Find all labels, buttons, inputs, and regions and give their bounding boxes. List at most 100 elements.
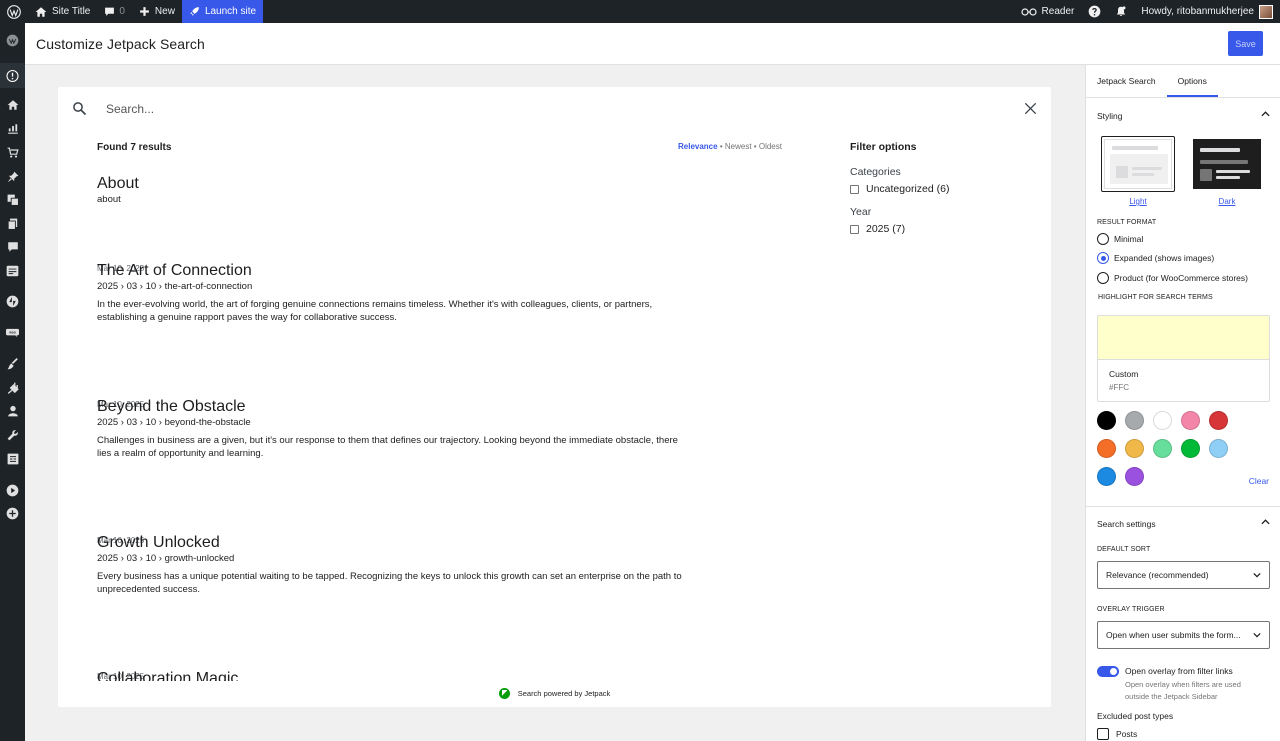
- filter-checkbox[interactable]: [850, 224, 859, 234]
- color-palette: [1097, 411, 1257, 495]
- rocket-icon: [190, 7, 199, 16]
- styling-panel-toggle[interactable]: Styling: [1086, 98, 1280, 134]
- notifications-bell-icon[interactable]: [1108, 0, 1134, 23]
- menu-woocommerce-icon[interactable]: woo: [6, 326, 19, 339]
- color-swatch-green[interactable]: [1181, 439, 1200, 458]
- tab-options[interactable]: Options: [1167, 65, 1218, 97]
- new-label: New: [154, 6, 175, 17]
- toggle-label: Open overlay from filter links: [1125, 666, 1233, 676]
- tab-jetpack-search[interactable]: Jetpack Search: [1086, 65, 1167, 97]
- search-settings-panel-toggle[interactable]: Search settings: [1086, 506, 1280, 542]
- theme-option-dark[interactable]: Dark: [1190, 136, 1264, 206]
- menu-comments-icon[interactable]: [6, 240, 19, 253]
- overlay-trigger-select[interactable]: Open when user submits the form...: [1097, 621, 1270, 649]
- sort-newest[interactable]: Newest: [725, 142, 752, 151]
- sort-oldest[interactable]: Oldest: [759, 142, 782, 151]
- color-swatch-red[interactable]: [1209, 411, 1228, 430]
- checkbox[interactable]: [1097, 728, 1109, 740]
- help-icon[interactable]: [1081, 0, 1108, 23]
- color-swatch-orange[interactable]: [1097, 439, 1116, 458]
- site-icon[interactable]: [6, 34, 19, 47]
- default-sort-value: Relevance (recommended): [1106, 570, 1209, 580]
- result-excerpt: Every business has a unique potential wa…: [97, 571, 682, 595]
- color-swatch-light-green[interactable]: [1153, 439, 1172, 458]
- overlay-trigger-value: Open when user submits the form...: [1106, 630, 1241, 640]
- reader-label: Reader: [1041, 6, 1075, 17]
- excluded-post-types-label: Excluded post types: [1097, 711, 1174, 721]
- account-menu[interactable]: Howdy, ritobanmukherjee: [1134, 0, 1280, 23]
- filter-title: Filter options: [850, 141, 917, 153]
- color-swatch-light-blue[interactable]: [1209, 439, 1228, 458]
- color-swatch-blue[interactable]: [1097, 467, 1116, 486]
- highlight-color-preview: [1098, 316, 1269, 360]
- radio-button[interactable]: [1097, 272, 1109, 284]
- filter-option-uncategorized[interactable]: Uncategorized (6): [850, 183, 1030, 195]
- search-settings-heading: Search settings: [1097, 519, 1156, 529]
- powered-by-jetpack[interactable]: Search powered by Jetpack: [58, 688, 1051, 699]
- filter-option-2025[interactable]: 2025 (7): [850, 223, 1030, 235]
- menu-pages-icon[interactable]: [6, 217, 19, 230]
- menu-jetpack-alert-icon[interactable]: [6, 69, 19, 82]
- launch-site-button[interactable]: Launch site: [181, 0, 264, 23]
- highlight-color-name: Custom: [1109, 369, 1139, 379]
- color-swatch-purple[interactable]: [1125, 467, 1144, 486]
- result-title[interactable]: The Art of Connection: [97, 261, 697, 281]
- customizer-header: Customize Jetpack Search Save: [25, 23, 1280, 65]
- reader-link[interactable]: Reader: [1014, 0, 1082, 23]
- menu-posts-pin-icon[interactable]: [6, 170, 19, 183]
- result-excerpt: In the ever-evolving world, the art of f…: [97, 299, 653, 323]
- menu-feedback-icon[interactable]: [6, 264, 19, 277]
- save-button[interactable]: Save: [1228, 31, 1263, 56]
- menu-media-icon[interactable]: [6, 193, 19, 206]
- menu-users-icon[interactable]: [6, 404, 19, 417]
- format-label: Expanded (shows images): [1114, 253, 1215, 263]
- clear-color-button[interactable]: Clear: [1249, 476, 1269, 486]
- site-title-link[interactable]: Site Title: [28, 0, 97, 23]
- menu-play-icon[interactable]: [6, 484, 19, 497]
- menu-cart-icon[interactable]: [6, 146, 19, 159]
- result-title[interactable]: Collaboration Magic: [97, 669, 697, 681]
- format-option-minimal[interactable]: Minimal: [1097, 233, 1143, 245]
- menu-add-circle-icon[interactable]: [6, 507, 19, 520]
- color-swatch-black[interactable]: [1097, 411, 1116, 430]
- menu-settings-icon[interactable]: [6, 452, 19, 465]
- theme-option-light[interactable]: Light: [1101, 136, 1175, 206]
- page-title: Customize Jetpack Search: [36, 35, 205, 52]
- result-title[interactable]: About: [97, 174, 697, 194]
- default-sort-select[interactable]: Relevance (recommended): [1097, 561, 1270, 589]
- result-title[interactable]: Beyond the Obstacle: [97, 397, 697, 417]
- menu-tools-wrench-icon[interactable]: [6, 428, 19, 441]
- filter-checkbox[interactable]: [850, 184, 859, 194]
- color-swatch-white[interactable]: [1153, 411, 1172, 430]
- close-icon[interactable]: [1024, 102, 1037, 115]
- menu-home-icon[interactable]: [6, 98, 19, 111]
- color-swatch-gray[interactable]: [1125, 411, 1144, 430]
- filter-group-year: Year: [850, 206, 872, 218]
- menu-plugins-icon[interactable]: [6, 381, 19, 394]
- comments-link[interactable]: 0: [97, 0, 132, 23]
- chevron-up-icon: [1261, 111, 1270, 117]
- excluded-option-posts[interactable]: Posts: [1097, 728, 1137, 740]
- new-content-link[interactable]: New: [132, 0, 182, 23]
- radio-button[interactable]: [1097, 233, 1109, 245]
- chevron-up-icon: [1261, 519, 1270, 525]
- color-swatch-pink[interactable]: [1181, 411, 1200, 430]
- menu-stats-icon[interactable]: [6, 122, 19, 135]
- format-option-product[interactable]: Product (for WooCommerce stores): [1097, 272, 1248, 284]
- wordpress-logo-icon[interactable]: [0, 0, 28, 23]
- highlight-color-card[interactable]: Custom #FFC: [1097, 315, 1270, 402]
- admin-bar: Site Title 0 New Launch site Reader Howd…: [0, 0, 1280, 23]
- result-title[interactable]: Growth Unlocked: [97, 533, 697, 553]
- result-format-label: RESULT FORMAT: [1097, 219, 1157, 226]
- menu-jetpack-icon[interactable]: [6, 295, 19, 308]
- filter-links-toggle[interactable]: [1097, 666, 1119, 677]
- sort-relevance[interactable]: Relevance: [678, 142, 718, 151]
- radio-button-selected[interactable]: [1097, 252, 1109, 264]
- theme-thumbnail-dark: [1190, 136, 1264, 192]
- search-input[interactable]: [106, 98, 986, 120]
- chevron-down-icon: [1253, 632, 1261, 638]
- menu-appearance-brush-icon[interactable]: [6, 357, 19, 370]
- format-option-expanded[interactable]: Expanded (shows images): [1097, 252, 1214, 264]
- avatar: [1259, 4, 1273, 19]
- color-swatch-yellow[interactable]: [1125, 439, 1144, 458]
